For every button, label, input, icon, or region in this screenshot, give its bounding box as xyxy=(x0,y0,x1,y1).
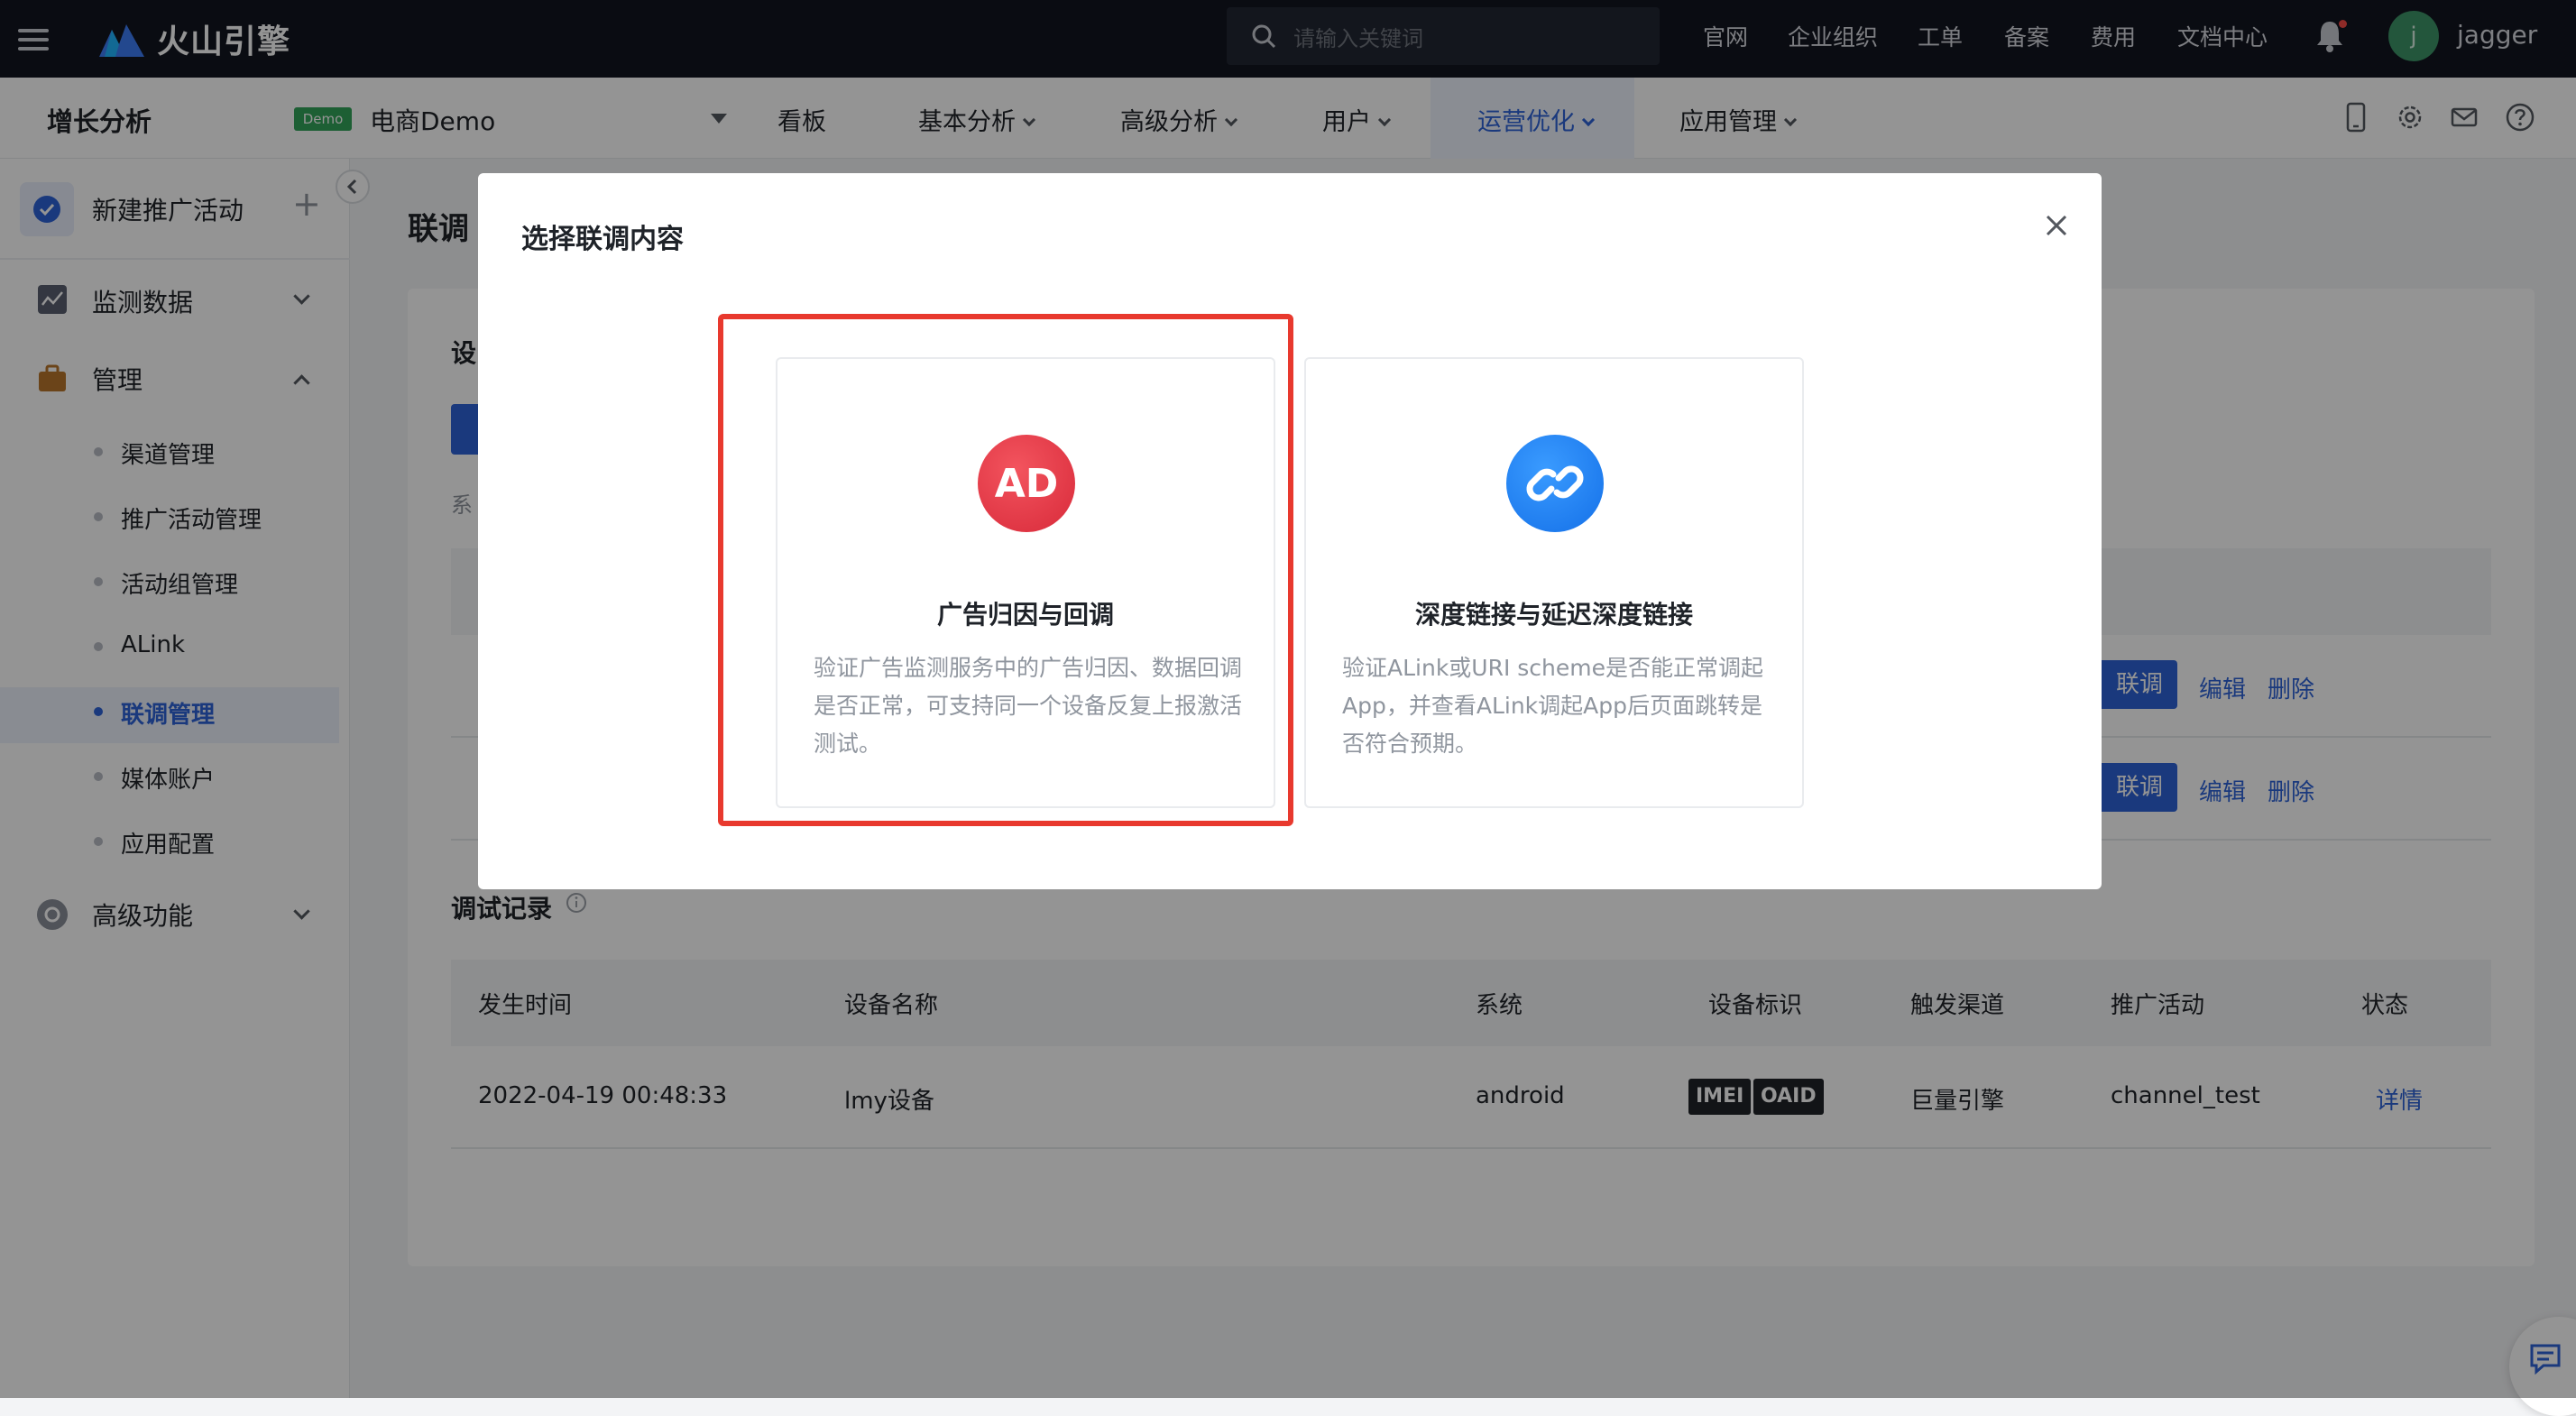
dialog-title: 选择联调内容 xyxy=(521,224,684,255)
option-description: 验证ALink或URI scheme是否能正常调起App，并查看ALink调起A… xyxy=(1342,655,1764,757)
close-icon[interactable] xyxy=(2038,207,2075,244)
selection-highlight-frame xyxy=(718,314,1293,826)
link-icon xyxy=(1506,435,1604,532)
option-deep-link[interactable]: 深度链接与延迟深度链接 验证ALink或URI scheme是否能正常调起App… xyxy=(1304,357,1804,808)
option-title: 深度链接与延迟深度链接 xyxy=(1414,600,1693,630)
